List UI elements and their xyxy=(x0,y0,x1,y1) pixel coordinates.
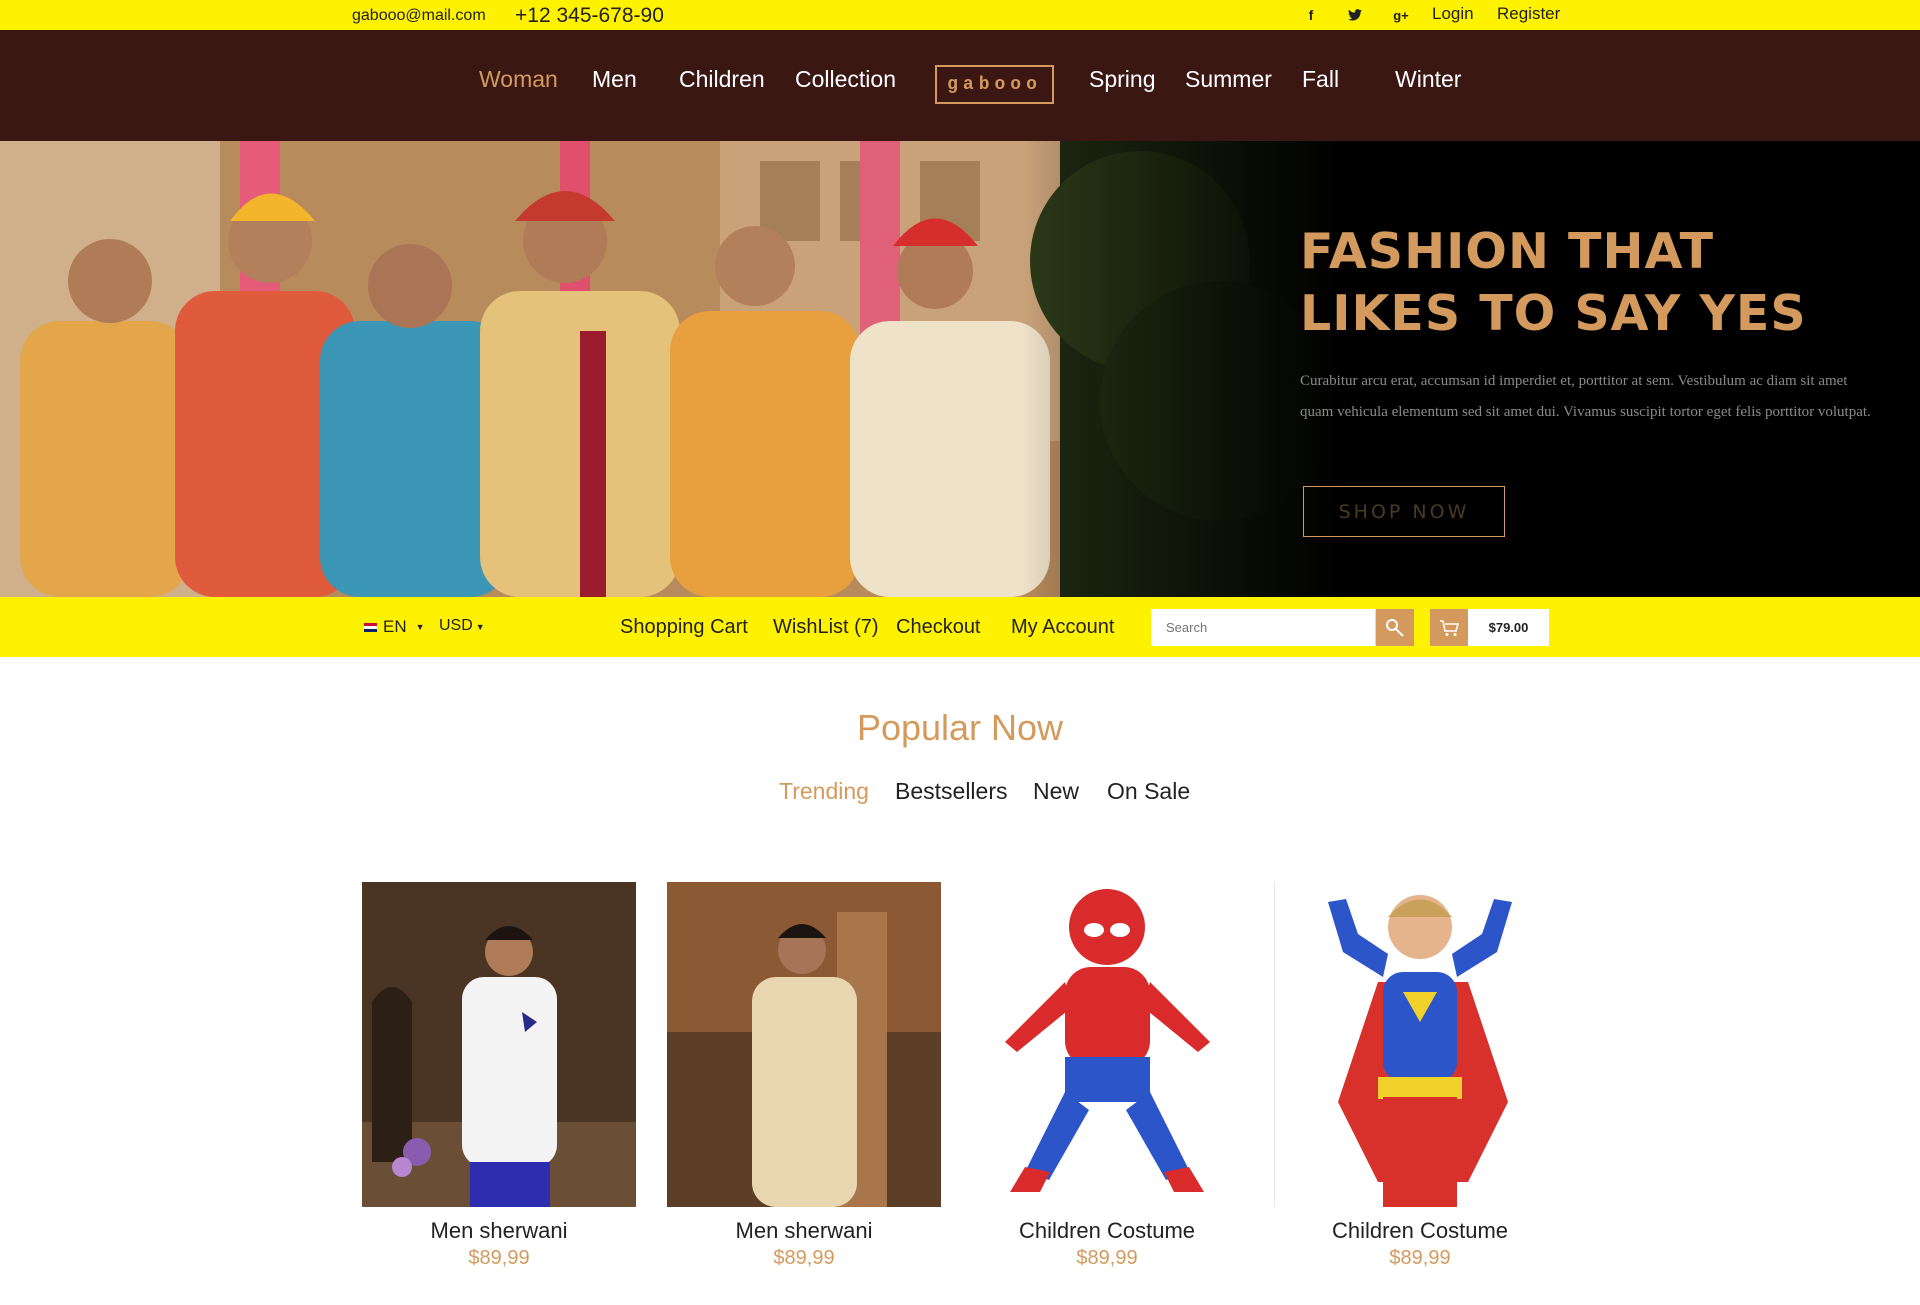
facebook-icon[interactable]: f xyxy=(1302,6,1320,24)
checkout-link[interactable]: Checkout xyxy=(896,616,981,639)
nav-woman[interactable]: Woman xyxy=(479,66,558,93)
product-card[interactable]: Men sherwani $89,99 xyxy=(362,882,636,1269)
twitter-icon[interactable] xyxy=(1346,6,1364,24)
login-link[interactable]: Login xyxy=(1432,4,1474,24)
contact-phone[interactable]: +12 345-678-90 xyxy=(515,4,664,28)
product-image[interactable] xyxy=(1283,882,1557,1207)
caret-down-icon: ▼ xyxy=(475,622,485,632)
product-card[interactable]: Men sherwani $89,99 xyxy=(667,882,941,1269)
nav-summer[interactable]: Summer xyxy=(1185,66,1272,93)
product-card[interactable]: Children Costume $89,99 xyxy=(970,882,1244,1269)
wishlist-link[interactable]: WishList (7) xyxy=(773,616,879,639)
language-label: EN xyxy=(383,617,407,636)
google-plus-icon[interactable]: g+ xyxy=(1392,6,1410,24)
product-name[interactable]: Children Costume xyxy=(1283,1218,1557,1244)
product-image[interactable] xyxy=(667,882,941,1207)
nav-men[interactable]: Men xyxy=(592,66,637,93)
product-image[interactable] xyxy=(970,882,1244,1207)
uk-flag-icon xyxy=(364,622,377,632)
hero-description: Curabitur arcu erat, accumsan id imperdi… xyxy=(1300,373,1871,420)
shop-now-button[interactable]: SHOP NOW xyxy=(1303,486,1505,537)
nav-spring[interactable]: Spring xyxy=(1089,66,1155,93)
product-card[interactable]: Children Costume $89,99 xyxy=(1283,882,1557,1269)
register-link[interactable]: Register xyxy=(1497,4,1560,24)
contact-email[interactable]: gabooo@mail.com xyxy=(352,7,486,25)
tab-bestsellers[interactable]: Bestsellers xyxy=(895,778,1007,805)
tab-new[interactable]: New xyxy=(1033,778,1079,805)
tab-on-sale[interactable]: On Sale xyxy=(1107,778,1190,805)
tab-trending[interactable]: Trending xyxy=(779,778,869,805)
nav-collection[interactable]: Collection xyxy=(795,66,896,93)
search-icon xyxy=(1386,618,1404,637)
product-price: $89,99 xyxy=(1076,1247,1138,1269)
hero-image xyxy=(0,141,1342,597)
brand-logo[interactable]: gabooo xyxy=(935,65,1054,104)
nav-fall[interactable]: Fall xyxy=(1302,66,1339,93)
shopping-cart-link[interactable]: Shopping Cart xyxy=(620,616,748,639)
cart-button[interactable] xyxy=(1430,609,1468,646)
hero-banner: FASHION THAT LIKES TO SAY YES Curabitur … xyxy=(0,141,1920,597)
section-title: Popular Now xyxy=(856,707,1064,748)
product-price: $89,99 xyxy=(468,1247,530,1269)
caret-down-icon: ▼ xyxy=(415,622,425,632)
nav-winter[interactable]: Winter xyxy=(1395,66,1461,93)
product-name[interactable]: Men sherwani xyxy=(667,1218,941,1244)
main-nav: Woman Men Children Collection gabooo Spr… xyxy=(0,30,1920,141)
hero-title: FASHION THAT LIKES TO SAY YES xyxy=(1300,223,1807,342)
my-account-link[interactable]: My Account xyxy=(1011,616,1114,639)
product-price: $89,99 xyxy=(1389,1247,1451,1269)
product-image[interactable] xyxy=(362,882,636,1207)
top-bar: gabooo@mail.com +12 345-678-90 f g+ Logi… xyxy=(0,0,1920,30)
language-selector[interactable]: EN ▼ xyxy=(364,617,425,637)
product-name[interactable]: Children Costume xyxy=(970,1218,1244,1244)
product-price: $89,99 xyxy=(773,1247,835,1269)
currency-label: USD xyxy=(439,617,473,634)
cart-total[interactable]: $79.00 xyxy=(1468,609,1549,646)
nav-children[interactable]: Children xyxy=(679,66,765,93)
search-input[interactable] xyxy=(1151,609,1375,646)
search-button[interactable] xyxy=(1376,609,1414,646)
cart-icon xyxy=(1440,619,1459,636)
divider xyxy=(1274,882,1275,1207)
product-name[interactable]: Men sherwani xyxy=(362,1218,636,1244)
utility-bar: EN ▼ USD ▼ Shopping Cart WishList (7) Chec… xyxy=(0,597,1920,657)
currency-selector[interactable]: USD ▼ xyxy=(439,617,485,635)
